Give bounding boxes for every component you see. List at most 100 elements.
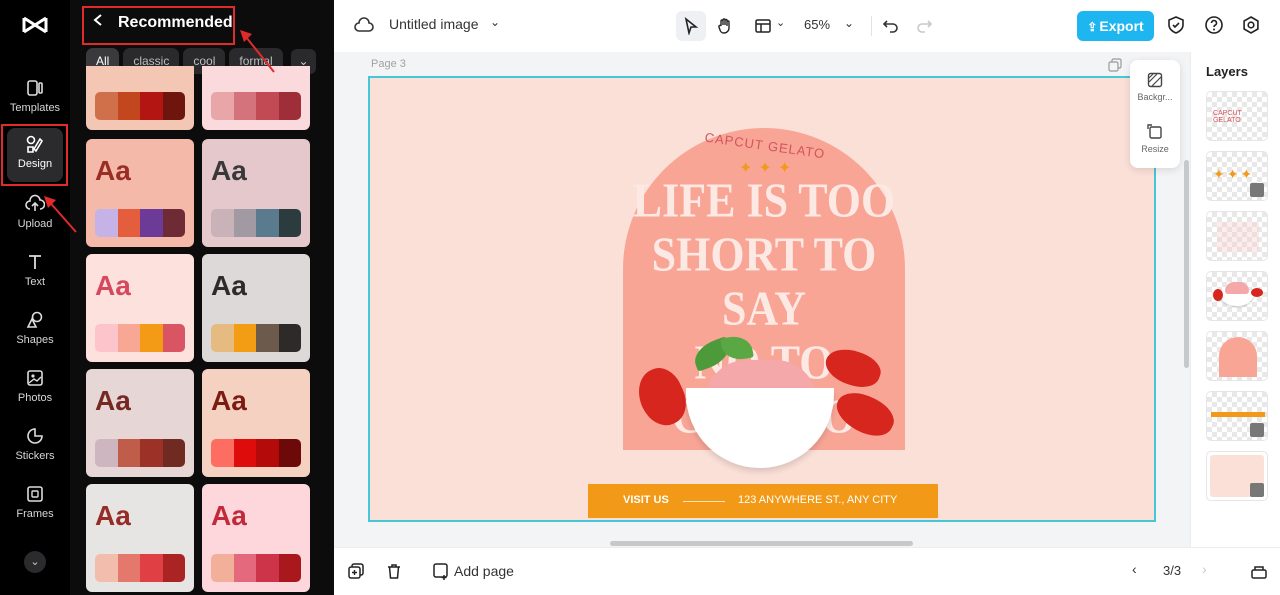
- image-icon: [1250, 483, 1264, 497]
- chevron-down-icon[interactable]: ⌄: [24, 551, 46, 573]
- stickers-icon: [25, 426, 45, 446]
- banner-divider-line: [683, 501, 725, 502]
- export-icon: ⇪: [1087, 20, 1098, 34]
- design-page-frame[interactable]: CAPCUT GELATO ✦✦✦ LIFE IS TOO SHORT TO S…: [368, 76, 1156, 522]
- left-rail: Templates Design Upload Text Shapes Phot…: [0, 0, 70, 595]
- document-title[interactable]: Untitled image: [389, 16, 479, 32]
- layer-thumb-arch[interactable]: [1206, 331, 1268, 381]
- rail-item-shapes[interactable]: Shapes: [0, 302, 70, 360]
- templates-icon: [25, 78, 45, 98]
- rail-item-label: Stickers: [15, 450, 55, 462]
- rail-item-label: Shapes: [16, 334, 54, 346]
- color-swatches: [95, 92, 185, 120]
- style-card[interactable]: Aa: [86, 139, 194, 247]
- rail-item-text[interactable]: Text: [0, 244, 70, 302]
- color-swatches: [95, 439, 185, 467]
- next-page-icon[interactable]: ›: [1202, 561, 1207, 577]
- bottom-toolbar: Add page ‹ 3/3 ›: [334, 547, 1280, 595]
- horizontal-scrollbar[interactable]: [610, 541, 913, 546]
- shield-icon[interactable]: [1166, 15, 1186, 35]
- style-card-top-1[interactable]: [86, 66, 194, 130]
- style-card[interactable]: Aa: [202, 369, 310, 477]
- duplicate-page-icon[interactable]: [1108, 58, 1122, 72]
- hand-tool-button[interactable]: [710, 11, 740, 41]
- background-button[interactable]: Backgr...: [1130, 72, 1180, 102]
- visit-us-text[interactable]: VISIT US: [623, 494, 669, 506]
- export-button[interactable]: ⇪ Export: [1077, 11, 1154, 41]
- style-card[interactable]: Aa: [86, 254, 194, 362]
- style-card[interactable]: Aa: [202, 484, 310, 592]
- add-page-icon[interactable]: [432, 562, 450, 580]
- rail-item-templates[interactable]: Templates: [0, 70, 70, 128]
- font-preview: Aa: [95, 385, 131, 416]
- resize-icon: [1147, 124, 1162, 139]
- gear-icon[interactable]: [1241, 15, 1261, 35]
- rail-item-stickers[interactable]: Stickers: [0, 418, 70, 476]
- redo-icon[interactable]: [914, 15, 934, 35]
- annotation-arrow: [240, 30, 275, 73]
- layer-thumb-gelato-image[interactable]: [1206, 271, 1268, 321]
- color-swatches: [211, 554, 301, 582]
- undo-icon[interactable]: [881, 15, 901, 35]
- chevron-down-icon[interactable]: ⌄: [844, 16, 854, 30]
- rail-item-frames[interactable]: Frames: [0, 476, 70, 534]
- vertical-scrollbar[interactable]: [1184, 160, 1189, 368]
- style-card[interactable]: Aa: [202, 254, 310, 362]
- rail-item-label: Templates: [9, 102, 61, 114]
- style-card[interactable]: Aa: [202, 139, 310, 247]
- trash-icon[interactable]: [385, 562, 403, 580]
- font-preview: Aa: [211, 385, 247, 416]
- zoom-level[interactable]: 65%: [804, 17, 830, 32]
- color-swatches: [95, 324, 185, 352]
- address-text[interactable]: 123 ANYWHERE ST., ANY CITY: [738, 494, 897, 506]
- help-icon[interactable]: [1204, 15, 1224, 35]
- group-icon: [1250, 423, 1264, 437]
- layer-thumb-stars[interactable]: ✦✦✦: [1206, 151, 1268, 201]
- capcut-logo-icon[interactable]: [20, 12, 50, 38]
- style-card[interactable]: Aa: [86, 369, 194, 477]
- top-toolbar: Untitled image ⌄ ⌄ 65% ⌄ ⇪ Export: [334, 0, 1280, 52]
- rail-item-photos[interactable]: Photos: [0, 360, 70, 418]
- font-preview: Aa: [211, 155, 247, 186]
- canvas-area[interactable]: Page 3 CAPCUT GELATO ✦✦✦ LIFE IS TOO SHO…: [334, 52, 1190, 547]
- group-icon: [1250, 183, 1264, 197]
- rail-item-label: Photos: [17, 392, 53, 404]
- annotation-box-design: [1, 124, 68, 186]
- layer-thumb-headline[interactable]: [1206, 211, 1268, 261]
- pages-panel-icon[interactable]: [1250, 562, 1268, 580]
- photos-icon: [25, 368, 45, 388]
- capcut-editor: Templates Design Upload Text Shapes Phot…: [0, 0, 1280, 595]
- layers-panel: Layers CAPCUT GELATO ✦✦✦: [1184, 52, 1280, 547]
- layout-icon: [755, 19, 771, 33]
- layer-thumb-brand-text[interactable]: CAPCUT GELATO: [1206, 91, 1268, 141]
- font-preview: Aa: [211, 500, 247, 531]
- layer-thumb-banner[interactable]: [1206, 391, 1268, 441]
- color-swatches: [95, 209, 185, 237]
- page-label: Page 3: [371, 58, 406, 70]
- chevron-down-icon[interactable]: ⌄: [490, 15, 500, 29]
- chevron-down-icon: ⌄: [776, 17, 786, 29]
- style-card[interactable]: Aa: [86, 484, 194, 592]
- select-tool-button[interactable]: [676, 11, 706, 41]
- cloud-sync-icon[interactable]: [354, 16, 374, 36]
- duplicate-icon[interactable]: [347, 562, 365, 580]
- text-icon: [25, 252, 45, 272]
- cursor-icon: [684, 16, 699, 37]
- resize-button[interactable]: Resize: [1130, 124, 1180, 154]
- bowl-image[interactable]: [686, 388, 834, 468]
- font-preview: Aa: [95, 270, 131, 301]
- annotation-box-recommended: [82, 6, 235, 45]
- add-page-button[interactable]: Add page: [454, 563, 514, 579]
- color-swatches: [211, 439, 301, 467]
- prev-page-icon[interactable]: ‹: [1132, 561, 1137, 577]
- layer-thumb-background[interactable]: [1206, 451, 1268, 501]
- color-swatches: [211, 92, 301, 120]
- rail-item-label: Frames: [16, 508, 54, 520]
- floating-toolbar: Backgr... Resize: [1130, 60, 1180, 168]
- font-preview: Aa: [211, 270, 247, 301]
- color-swatches: [211, 209, 301, 237]
- address-banner[interactable]: VISIT US 123 ANYWHERE ST., ANY CITY: [588, 484, 938, 518]
- layout-tool-button[interactable]: ⌄: [748, 11, 788, 41]
- toolbar-divider: [871, 16, 872, 36]
- frames-icon: [25, 484, 45, 504]
